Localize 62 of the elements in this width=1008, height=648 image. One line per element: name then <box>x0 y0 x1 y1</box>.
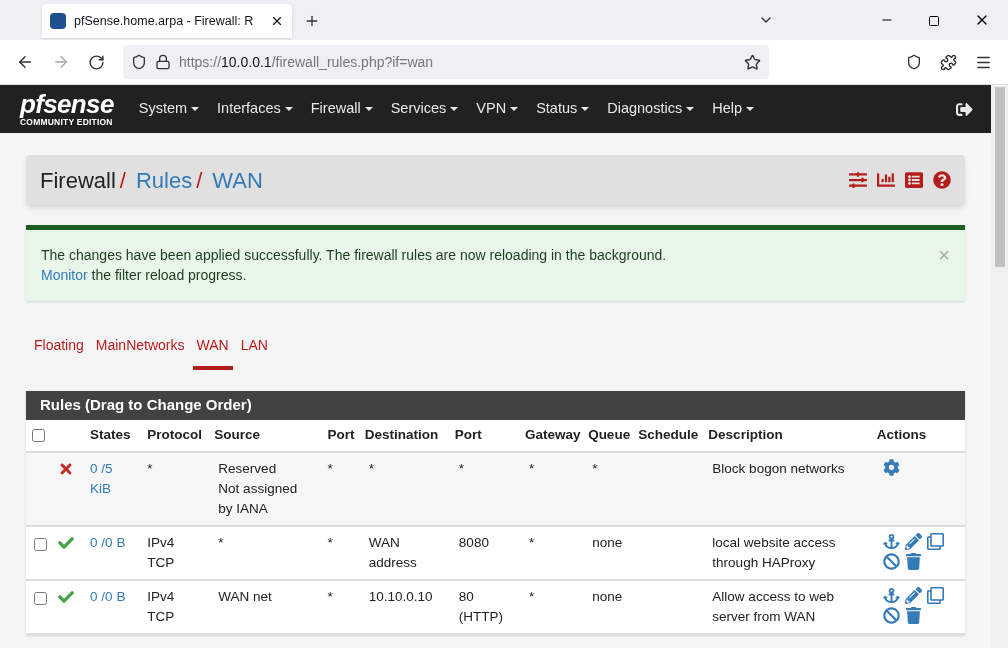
table-cell-text: * <box>529 588 536 606</box>
column-header: Gateway <box>525 427 581 443</box>
table-cell-text: * <box>218 534 225 552</box>
column-header: Destination <box>364 427 439 443</box>
table-cell-text: * <box>529 534 536 552</box>
states-link[interactable]: 0 /0 B <box>90 587 140 607</box>
column-header: Schedule <box>638 427 699 443</box>
nav-menu[interactable]: Firewall <box>301 98 382 120</box>
alert-message: Monitor the filter reload progress. <box>41 266 248 285</box>
column-header: Port <box>327 427 355 443</box>
nav-menu[interactable]: Services <box>381 98 468 120</box>
column-header: Protocol <box>147 427 202 443</box>
column-header: Port <box>454 427 482 443</box>
interface-tab[interactable]: MainNetworks <box>91 327 189 370</box>
table-cell-text: Block bogon networks <box>712 460 846 478</box>
table-cell-text: 10.10.0.10 <box>368 588 434 606</box>
column-header: Source <box>214 427 261 443</box>
column-header: Description <box>708 427 783 443</box>
states-link[interactable]: 0 /0 B <box>90 533 140 553</box>
table-cell-text: * <box>529 460 536 478</box>
nav-menu[interactable]: Status <box>527 98 599 120</box>
interface-tab[interactable]: Floating <box>30 327 88 370</box>
column-header: Actions <box>876 427 927 443</box>
browser-tab[interactable]: pfSense.home.arpa - Firewall: R <box>42 4 292 38</box>
table-cell-text: Reserved Not assigned by IANA <box>218 460 299 518</box>
table-cell-text: 80 (HTTP) <box>458 588 505 626</box>
table-cell-text: * <box>592 460 599 478</box>
nav-menu[interactable]: Diagnostics <box>598 98 704 120</box>
alert-message: The changes have been applied successfully. The firewall rules are now reloading in the background. <box>41 246 668 265</box>
table-cell-text: IPv4 TCP <box>147 534 176 572</box>
table-cell-text: local website access through HAProxy <box>712 534 837 572</box>
nav-menu[interactable]: System <box>129 98 209 120</box>
breadcrumb-separator: / <box>119 166 126 195</box>
address-field[interactable]: https://10.0.0.1/firewall_rules.php?if=wan <box>123 45 769 79</box>
table-cell-text: 8080 <box>458 534 490 552</box>
tab-title: pfSense.home.arpa - Firewall: R <box>74 12 254 30</box>
breadcrumb-separator: / <box>196 166 203 195</box>
column-header: States <box>90 427 131 443</box>
table-cell-text: Allow access to web server from WAN <box>712 588 835 626</box>
nav-menu[interactable]: VPN <box>467 98 528 120</box>
table-cell-text: none <box>592 534 624 552</box>
table-cell-text: WAN address <box>368 534 418 572</box>
table-cell-text: * <box>327 460 334 478</box>
nav-menu[interactable]: Interfaces <box>208 98 302 120</box>
column-header: Queue <box>588 427 631 443</box>
table-cell-text: none <box>592 588 624 606</box>
table-cell-text: WAN net <box>218 588 273 606</box>
table-cell-text: * <box>327 534 334 552</box>
table-cell-text: * <box>458 460 466 478</box>
table-cell-text: * <box>368 460 375 478</box>
nav-menu[interactable]: Help <box>703 98 763 120</box>
url-text: https://10.0.0.1/firewall_rules.php?if=wan <box>179 52 435 72</box>
panel-title: Rules (Drag to Change Order) <box>26 391 965 420</box>
table-cell-text: * <box>327 588 334 606</box>
breadcrumb-item: Firewall <box>40 166 116 195</box>
table-cell-text: IPv4 TCP <box>147 588 176 626</box>
states-link[interactable]: 0 /5 KiB <box>90 459 140 499</box>
monitor-link[interactable]: Monitor <box>41 267 88 283</box>
interface-tab[interactable]: WAN <box>192 327 233 370</box>
interface-tab[interactable]: LAN <box>236 327 272 370</box>
table-cell-text: * <box>147 460 154 478</box>
pfsense-logo[interactable]: pfsense COMMUNITY EDITION <box>20 91 114 127</box>
